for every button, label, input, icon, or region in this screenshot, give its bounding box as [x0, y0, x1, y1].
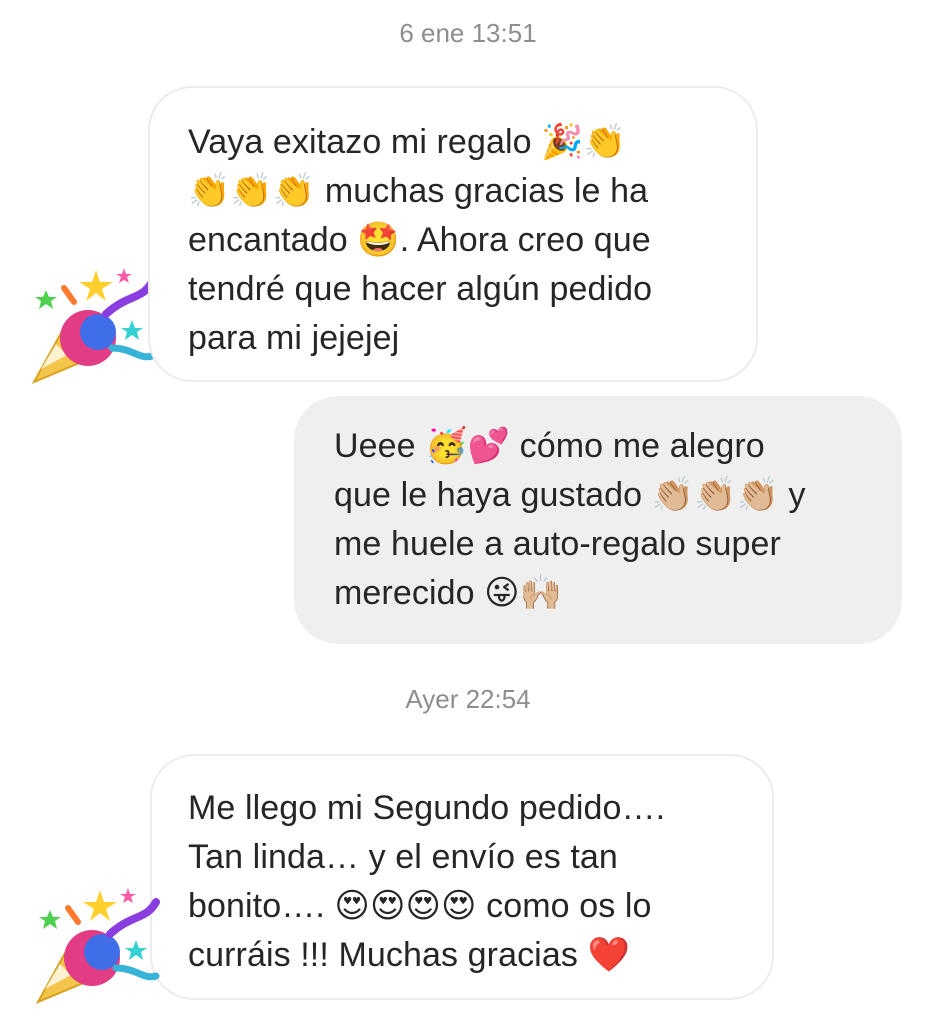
message-text-line: Vaya exitazo mi regalo 🎉👏 [188, 123, 627, 161]
message-text-line: Ueee 🥳💕 cómo me alegro [334, 427, 765, 465]
party-popper-icon [26, 260, 156, 390]
message-text-line: merecido 😜🙌🏼 [334, 574, 563, 612]
timestamp: Ayer 22:54 [405, 684, 531, 714]
party-popper-icon [30, 880, 160, 1010]
message-text-line: Me llego mi Segundo pedido…. [188, 789, 666, 827]
message-text-line: 👏👏👏 muchas gracias le ha [188, 172, 649, 210]
message-text-line: me huele a auto-regalo super [334, 525, 781, 563]
message-bubble-incoming[interactable]: Me llego mi Segundo pedido…. Tan linda… … [150, 754, 774, 1000]
message-text-line: bonito…. 😍😍😍😍 como os lo [188, 887, 652, 925]
message-text-line: encantado 🤩. Ahora creo que [188, 221, 651, 259]
message-text-line: curráis !!! Muchas gracias ❤️ [188, 936, 630, 974]
timestamp: 6 ene 13:51 [399, 18, 537, 48]
message-bubble-outgoing[interactable]: Ueee 🥳💕 cómo me alegro que le haya gusta… [294, 396, 902, 644]
message-text-line: que le haya gustado 👏🏼👏🏼👏🏼 y [334, 476, 806, 514]
message-text-line: tendré que hacer algún pedido [188, 270, 653, 308]
message-text-line: Tan linda… y el envío es tan [188, 838, 618, 876]
message-text-line: para mi jejejej [188, 319, 400, 357]
message-bubble-incoming[interactable]: Vaya exitazo mi regalo 🎉👏 👏👏👏 muchas gra… [148, 86, 758, 382]
